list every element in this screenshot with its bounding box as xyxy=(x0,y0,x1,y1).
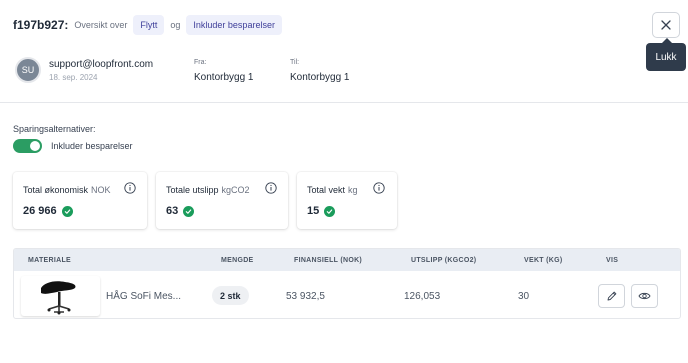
card-total-economic: Total økonomisk NOK 26 966 xyxy=(13,172,147,229)
close-button[interactable] xyxy=(652,12,680,38)
edit-button[interactable] xyxy=(598,284,625,308)
modal-header: f197b927: Oversikt over Flytt og Inklude… xyxy=(0,0,688,103)
overview-label: Oversikt over xyxy=(74,20,128,30)
card-value-text: 15 xyxy=(307,205,320,217)
chip-move: Flytt xyxy=(133,15,165,35)
card-title-text: Totale utslipp xyxy=(166,185,219,195)
conjunction-label: og xyxy=(170,20,181,30)
card-value-text: 26 966 xyxy=(23,205,57,217)
th-financial: FINANSIELL (NOK) xyxy=(294,257,363,264)
record-id: f197b927: xyxy=(13,18,69,32)
check-icon xyxy=(324,205,336,217)
check-icon xyxy=(183,205,195,217)
financial-value: 53 932,5 xyxy=(286,291,325,302)
info-icon[interactable] xyxy=(124,182,136,194)
card-title: Totale utslipp kgCO2 xyxy=(166,185,250,195)
from-value: Kontorbygg 1 xyxy=(194,72,254,83)
include-savings-toggle[interactable] xyxy=(13,139,42,153)
th-weight: VEKT (KG) xyxy=(524,257,563,264)
th-material: MATERIALE xyxy=(28,257,72,264)
quantity-badge: 2 stk xyxy=(212,286,249,305)
card-total-weight: Total vekt kg 15 xyxy=(297,172,397,229)
card-title-text: Total vekt xyxy=(307,185,346,195)
materials-table: MATERIALE MENGDE FINANSIELL (NOK) UTSLIP… xyxy=(13,248,681,319)
close-icon xyxy=(661,20,671,30)
close-tooltip: Lukk xyxy=(646,38,686,71)
weight-value: 30 xyxy=(518,291,530,302)
chip-savings: Inkluder besparelser xyxy=(186,15,282,35)
avatar: SU xyxy=(15,57,41,83)
view-icon xyxy=(638,292,651,300)
office-chair-image xyxy=(21,276,100,316)
view-button[interactable] xyxy=(631,284,658,308)
card-unit: NOK xyxy=(91,185,111,195)
card-title-text: Total økonomisk xyxy=(23,185,89,195)
include-savings-label: Inkluder besparelser xyxy=(51,141,133,151)
card-unit: kg xyxy=(348,185,358,195)
savings-options-label: Sparingsalternativer: xyxy=(13,124,96,134)
info-icon[interactable] xyxy=(373,182,385,194)
emission-value: 126,053 xyxy=(404,291,441,302)
table-header: MATERIALE MENGDE FINANSIELL (NOK) UTSLIP… xyxy=(14,249,680,271)
check-icon xyxy=(61,205,73,217)
user-email: support@loopfront.com xyxy=(49,59,154,70)
card-value: 63 xyxy=(166,205,195,217)
info-icon[interactable] xyxy=(265,182,277,194)
card-value: 26 966 xyxy=(23,205,73,217)
avatar-initials: SU xyxy=(21,65,35,75)
title-row: f197b927: Oversikt over Flytt og Inklude… xyxy=(13,15,282,35)
th-view: VIS xyxy=(606,257,619,264)
card-total-emissions: Totale utslipp kgCO2 63 xyxy=(156,172,288,229)
material-name[interactable]: HÅG SoFi Mes... xyxy=(106,291,181,302)
toggle-knob xyxy=(30,141,40,151)
to-label: Til: xyxy=(290,59,300,66)
card-value: 15 xyxy=(307,205,336,217)
from-label: Fra: xyxy=(194,59,207,66)
card-unit: kgCO2 xyxy=(221,185,250,195)
th-emission: UTSLIPP (KGCO2) xyxy=(411,257,477,264)
edit-icon xyxy=(607,291,616,301)
card-value-text: 63 xyxy=(166,205,179,217)
card-title: Total økonomisk NOK xyxy=(23,185,111,195)
user-date: 18. sep. 2024 xyxy=(49,73,98,82)
to-value: Kontorbygg 1 xyxy=(290,72,350,83)
card-title: Total vekt kg xyxy=(307,185,358,195)
th-quantity: MENGDE xyxy=(221,257,254,264)
